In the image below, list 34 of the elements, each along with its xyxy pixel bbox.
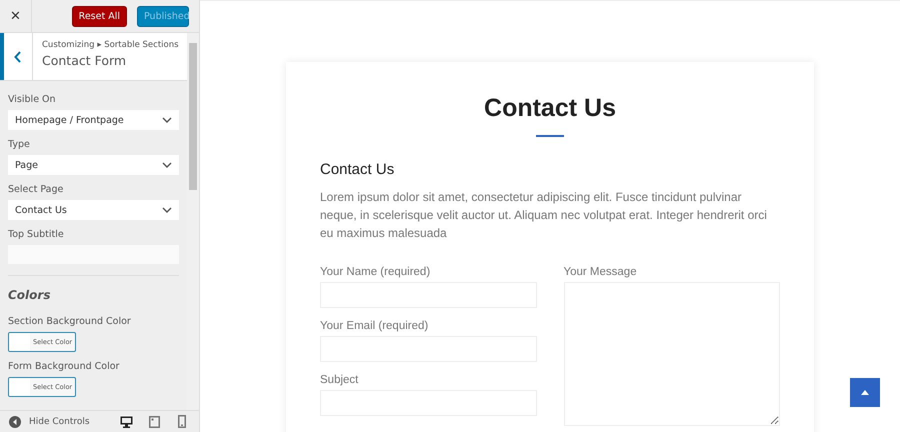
control-label: Form Background Color — [8, 361, 120, 372]
section-title: Contact Form — [42, 53, 128, 68]
control-label: Visible On — [8, 94, 57, 105]
chevron-down-icon — [162, 207, 172, 213]
chevron-down-icon — [162, 162, 172, 168]
field-label: Subject — [320, 374, 360, 386]
control-label: Type — [8, 139, 31, 150]
field-label: Your Email (required) — [320, 320, 430, 332]
control-label: Top Subtitle — [8, 229, 65, 240]
breadcrumb: Customizing ▸ Sortable Sections — [42, 40, 179, 50]
field-label: Your Message — [564, 266, 638, 278]
desktop-icon — [120, 416, 132, 428]
hide-controls-button[interactable]: Hide Controls — [0, 416, 90, 428]
select-dropdown[interactable]: Homepage / Frontpage — [8, 110, 179, 130]
chevron-down-icon — [162, 117, 172, 123]
control-label: Section Background Color — [8, 316, 132, 327]
intro-paragraph: Lorem ipsum dolor sit amet, consectetur adipiscing elit. Fusce tincidunt pulvinar neque, in scelerisque velit auctor ut. Aliquam nec volutpat erat. Integer hendrerit orci eu maximus malesuada — [320, 189, 768, 242]
tablet-icon — [148, 416, 160, 428]
select-dropdown[interactable]: Page — [8, 155, 179, 175]
form-heading: Contact Us — [320, 161, 396, 178]
title-underline — [536, 135, 564, 137]
back-icon — [14, 50, 22, 62]
page-title: Contact Us — [483, 94, 617, 123]
select-dropdown[interactable]: Contact Us — [8, 200, 179, 220]
field-label: Your Name (required) — [320, 266, 432, 278]
message-textarea[interactable] — [564, 282, 780, 426]
group-heading: Colors — [8, 288, 52, 302]
control-label: Select Page — [8, 184, 64, 195]
back-button[interactable] — [0, 33, 33, 80]
reset-all-button[interactable]: Reset All — [72, 6, 127, 26]
collapse-icon — [9, 416, 21, 428]
scroll-to-top-button[interactable] — [850, 378, 880, 407]
caret-up-icon — [861, 390, 869, 395]
mobile-icon — [178, 415, 186, 428]
